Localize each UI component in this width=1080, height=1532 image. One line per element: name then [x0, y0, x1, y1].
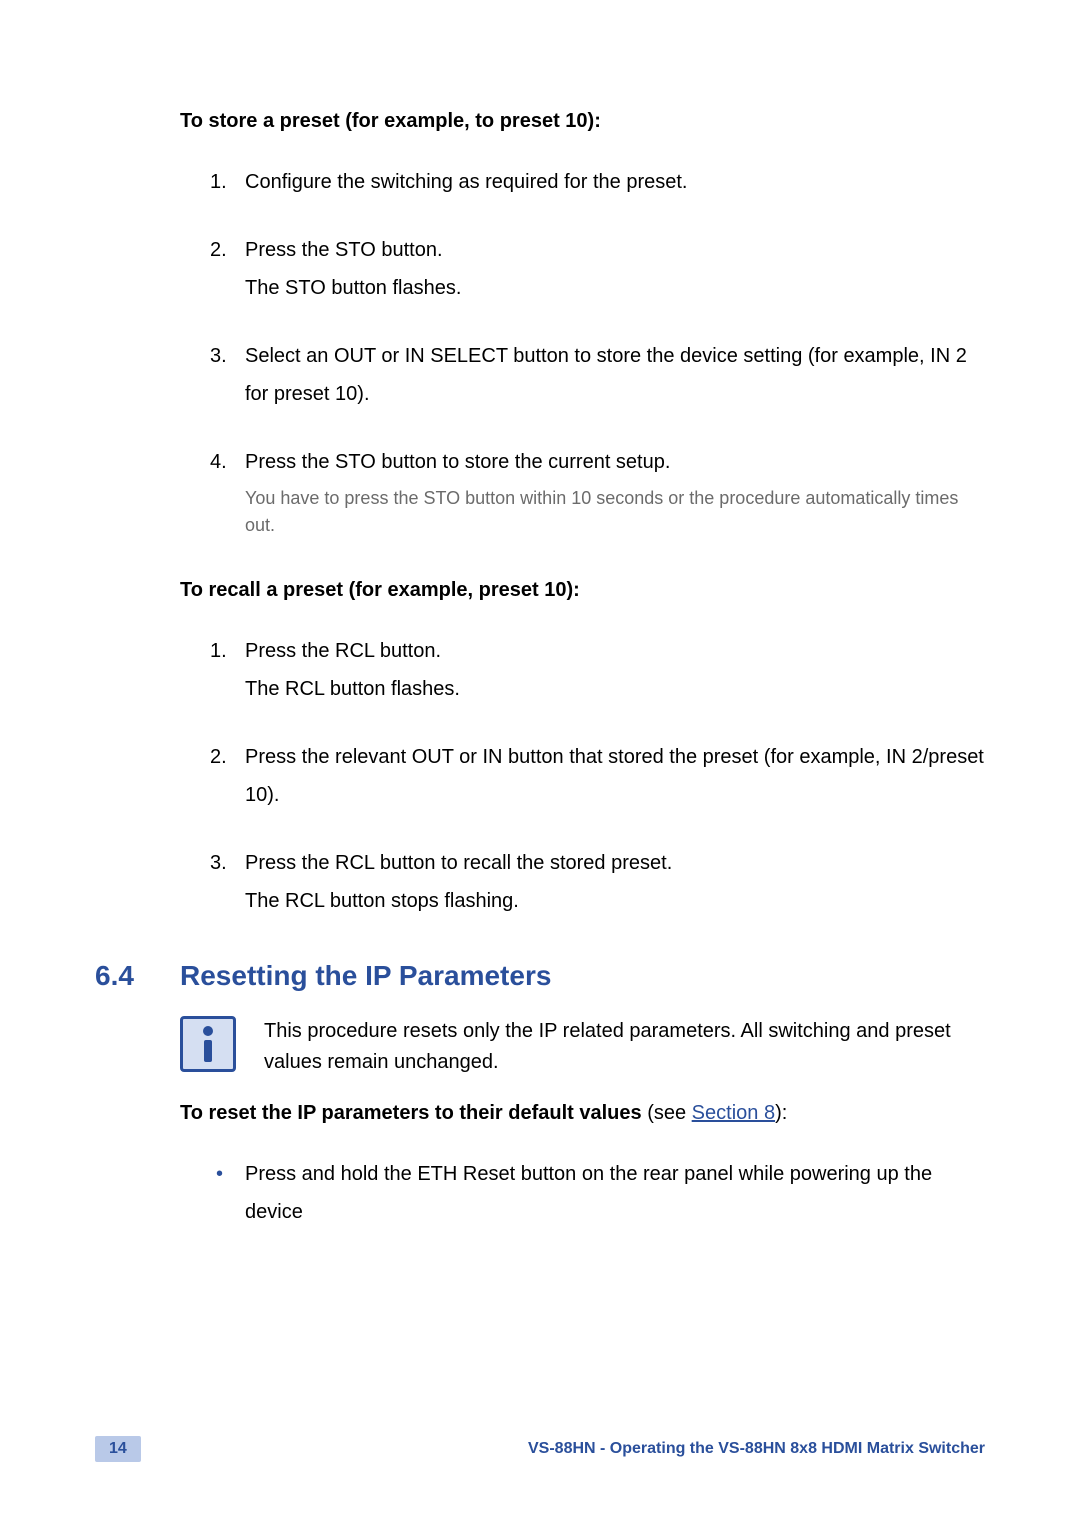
list-item: 1. Configure the switching as required f… [210, 163, 985, 201]
list-item: 2. Press the relevant OUT or IN button t… [210, 738, 985, 814]
list-item: Press and hold the ETH Reset button on t… [210, 1155, 985, 1231]
reset-plain-text-2: ): [775, 1102, 787, 1124]
step-note: You have to press the STO button within … [245, 485, 985, 539]
list-item: 2. Press the STO button. The STO button … [210, 231, 985, 307]
info-callout: This procedure resets only the IP relate… [95, 1016, 985, 1078]
step-subtext: The RCL button flashes. [245, 670, 985, 708]
section-number: 6.4 [95, 960, 180, 992]
step-subtext: The STO button flashes. [245, 269, 985, 307]
step-text: Press the relevant OUT or IN button that… [245, 746, 984, 806]
step-number: 2. [210, 738, 227, 776]
info-icon [180, 1016, 236, 1072]
list-item: 1. Press the RCL button. The RCL button … [210, 632, 985, 708]
step-text: Press the RCL button to recall the store… [245, 852, 672, 874]
info-text: This procedure resets only the IP relate… [264, 1016, 985, 1078]
footer-text: VS-88HN - Operating the VS-88HN 8x8 HDMI… [528, 1440, 985, 1458]
store-preset-heading: To store a preset (for example, to prese… [95, 110, 985, 133]
page-footer: 14 VS-88HN - Operating the VS-88HN 8x8 H… [95, 1436, 985, 1462]
step-number: 4. [210, 443, 227, 481]
step-number: 1. [210, 632, 227, 670]
step-text: Configure the switching as required for … [245, 171, 687, 193]
section-8-link[interactable]: Section 8 [692, 1102, 775, 1124]
reset-bullet-list: Press and hold the ETH Reset button on t… [95, 1155, 985, 1231]
recall-preset-heading: To recall a preset (for example, preset … [95, 579, 985, 602]
step-number: 3. [210, 337, 227, 375]
document-page: To store a preset (for example, to prese… [0, 0, 1080, 1231]
step-number: 2. [210, 231, 227, 269]
page-number-badge: 14 [95, 1436, 141, 1462]
step-number: 1. [210, 163, 227, 201]
reset-instruction-line: To reset the IP parameters to their defa… [95, 1102, 985, 1125]
list-item: 3. Select an OUT or IN SELECT button to … [210, 337, 985, 413]
section-title: Resetting the IP Parameters [180, 960, 551, 992]
list-item: 3. Press the RCL button to recall the st… [210, 844, 985, 920]
store-steps-list: 1. Configure the switching as required f… [95, 163, 985, 539]
step-text: Press the RCL button. [245, 640, 441, 662]
step-subtext: The RCL button stops flashing. [245, 882, 985, 920]
step-text: Press the STO button. [245, 239, 443, 261]
step-text: Select an OUT or IN SELECT button to sto… [245, 345, 967, 405]
step-text: Press the STO button to store the curren… [245, 451, 670, 473]
recall-steps-list: 1. Press the RCL button. The RCL button … [95, 632, 985, 920]
bullet-text: Press and hold the ETH Reset button on t… [245, 1163, 932, 1223]
step-number: 3. [210, 844, 227, 882]
reset-bold-text: To reset the IP parameters to their defa… [180, 1102, 642, 1124]
reset-plain-text: (see [642, 1102, 692, 1124]
list-item: 4. Press the STO button to store the cur… [210, 443, 985, 539]
section-heading: 6.4 Resetting the IP Parameters [95, 960, 985, 992]
